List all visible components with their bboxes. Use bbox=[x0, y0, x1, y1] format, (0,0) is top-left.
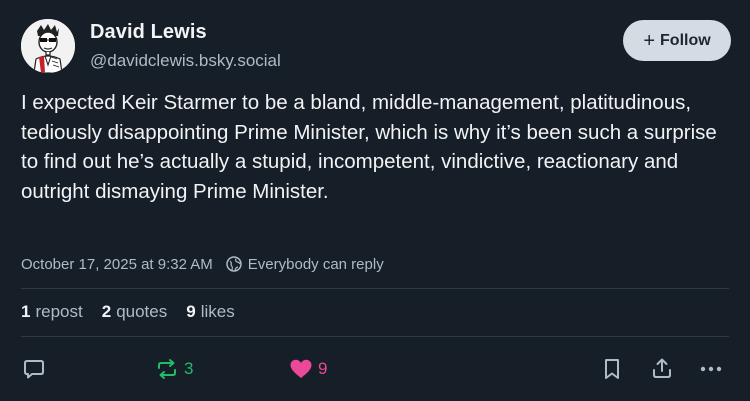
like-button[interactable]: 9 bbox=[288, 356, 327, 382]
share-icon bbox=[653, 358, 671, 378]
avatar-illustration bbox=[21, 19, 75, 73]
post-actions: 3 9 bbox=[0, 352, 750, 386]
repost-stat[interactable]: 1 repost bbox=[21, 302, 83, 322]
post-stats: 1 repost 2 quotes 9 likes bbox=[21, 302, 254, 322]
share-button[interactable] bbox=[650, 356, 674, 382]
repost-count: 1 bbox=[21, 302, 31, 321]
quote-stat-label: quotes bbox=[116, 302, 168, 321]
post-text: I expected Keir Starmer to be a bland, m… bbox=[21, 91, 717, 203]
heart-icon bbox=[290, 359, 312, 378]
repost-action-count: 3 bbox=[184, 359, 194, 378]
globe-reply-icon bbox=[226, 256, 242, 272]
post-card: David Lewis @davidclewis.bsky.social + F… bbox=[0, 0, 750, 401]
author-name[interactable]: David Lewis bbox=[90, 21, 207, 44]
more-options-button[interactable] bbox=[698, 356, 724, 382]
post-meta: October 17, 2025 at 9:32 AM Everybody ca… bbox=[21, 255, 384, 273]
like-stat[interactable]: 9 likes bbox=[186, 302, 234, 322]
like-stat-label: likes bbox=[200, 302, 235, 321]
post-timestamp[interactable]: October 17, 2025 at 9:32 AM bbox=[21, 256, 213, 273]
repost-stat-label: repost bbox=[35, 302, 83, 321]
avatar[interactable] bbox=[21, 19, 75, 73]
like-action-count: 9 bbox=[318, 359, 328, 378]
repost-button[interactable]: 3 bbox=[154, 356, 193, 382]
follow-button-label: Follow bbox=[660, 31, 711, 49]
divider bbox=[21, 336, 729, 337]
plus-icon: + bbox=[643, 29, 656, 52]
divider bbox=[21, 288, 729, 289]
like-count: 9 bbox=[186, 302, 196, 321]
more-icon bbox=[700, 366, 722, 372]
reply-icon bbox=[24, 360, 44, 379]
author-handle[interactable]: @davidclewis.bsky.social bbox=[90, 51, 281, 71]
reply-setting[interactable]: Everybody can reply bbox=[248, 256, 384, 273]
bookmark-button[interactable] bbox=[600, 356, 624, 382]
repost-icon bbox=[158, 359, 176, 379]
quote-count: 2 bbox=[101, 302, 112, 321]
quote-stat[interactable]: 2 quotes bbox=[102, 302, 168, 322]
reply-button[interactable] bbox=[21, 356, 47, 382]
follow-button[interactable]: + Follow bbox=[623, 20, 731, 61]
bookmark-icon bbox=[605, 359, 619, 379]
